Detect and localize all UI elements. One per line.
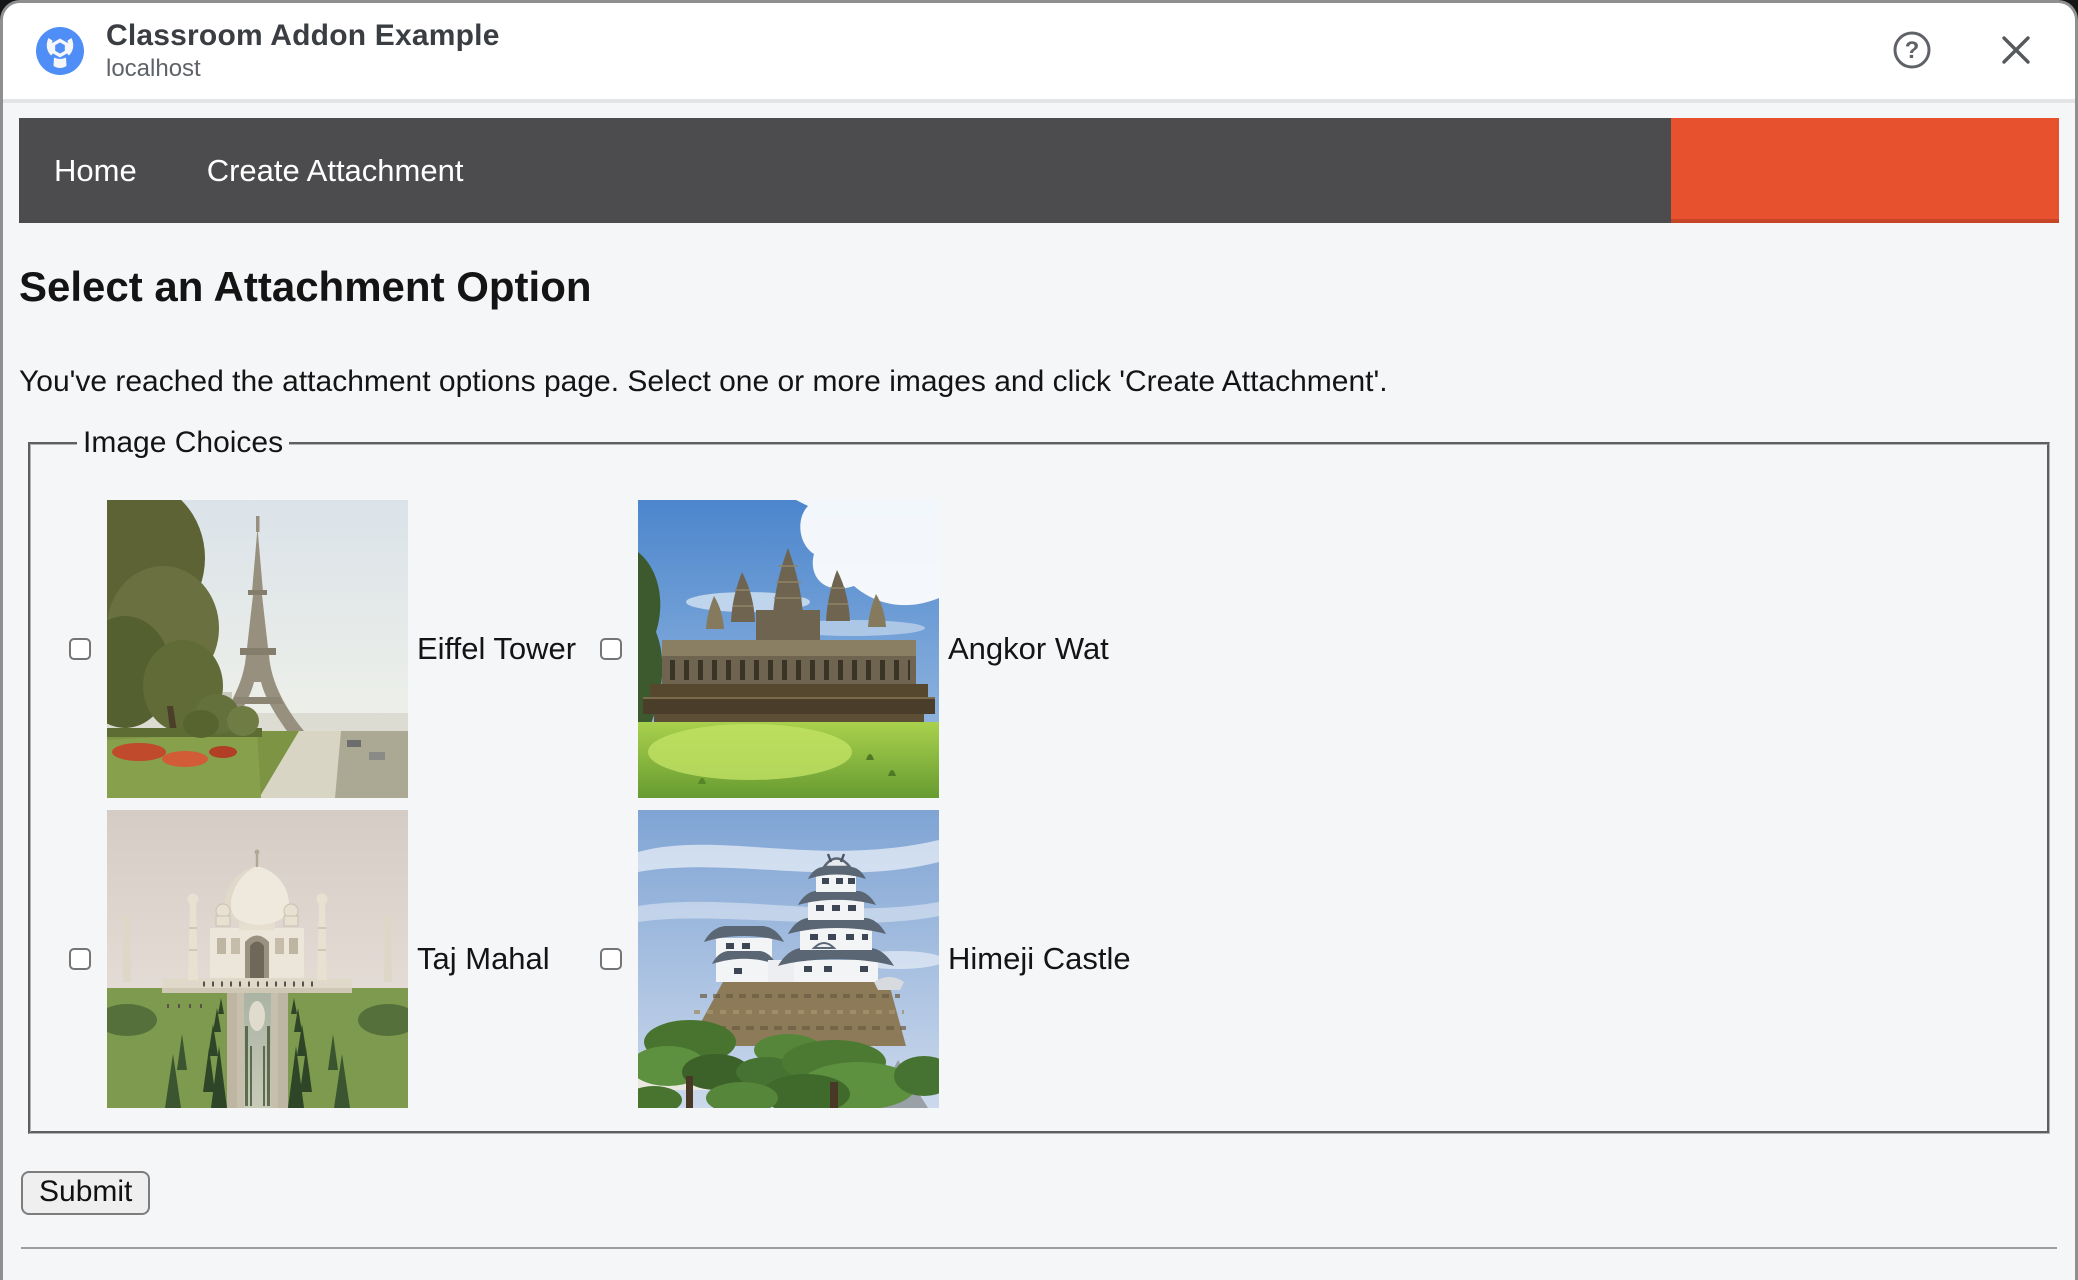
himeji-castle-checkbox[interactable] [600,948,622,970]
page-description: You've reached the attachment options pa… [19,365,1388,398]
dialog-titlebar: Classroom Addon Example localhost ? [3,3,2075,103]
dialog-origin: localhost [106,55,201,82]
nav-accent-block [1671,118,2059,223]
image-choices-fieldset: Image Choices Eiffel Tower Angkor Wat Ta… [28,426,2050,1134]
angkor-wat-label[interactable]: Angkor Wat [948,631,1109,667]
help-button[interactable]: ? [1889,28,1935,74]
close-button[interactable] [1993,28,2039,74]
dialog-title: Classroom Addon Example [106,19,500,52]
svg-text:?: ? [1905,37,1920,64]
choice-himeji-castle: Himeji Castle [600,810,2027,1108]
choice-taj-mahal: Taj Mahal [69,810,600,1108]
angkor-wat-photo [638,500,939,798]
submit-button[interactable]: Submit [21,1171,151,1215]
navbar: Home Create Attachment [19,118,2059,223]
addon-dialog: Classroom Addon Example localhost ? Home… [0,0,2078,1280]
screen: Classroom Addon Example localhost ? Home… [0,0,2078,1280]
eiffel-tower-photo [107,500,408,798]
choices-grid: Eiffel Tower Angkor Wat Taj Mahal Himeji… [69,500,2027,1108]
addon-logo-icon [36,27,84,75]
eiffel-tower-checkbox[interactable] [69,638,91,660]
image-choices-legend: Image Choices [83,426,284,459]
page-content: Home Create Attachment Select an Attachm… [3,103,2075,1280]
himeji-castle-photo [638,810,939,1108]
titlebar-actions: ? [1889,28,2039,74]
nav-item-create-attachment[interactable]: Create Attachment [207,153,464,189]
choice-eiffel-tower: Eiffel Tower [69,500,600,798]
bottom-divider [21,1247,2057,1249]
taj-mahal-photo [107,810,408,1108]
himeji-castle-label[interactable]: Himeji Castle [948,941,1131,977]
help-icon: ? [1889,27,1935,76]
page-title: Select an Attachment Option [19,263,592,310]
nav-item-home[interactable]: Home [54,153,137,189]
taj-mahal-label[interactable]: Taj Mahal [417,941,550,977]
eiffel-tower-label[interactable]: Eiffel Tower [417,631,576,667]
angkor-wat-checkbox[interactable] [600,638,622,660]
close-icon [1993,27,2039,76]
dialog-titles: Classroom Addon Example localhost [106,21,500,81]
taj-mahal-checkbox[interactable] [69,948,91,970]
choice-angkor-wat: Angkor Wat [600,500,2027,798]
